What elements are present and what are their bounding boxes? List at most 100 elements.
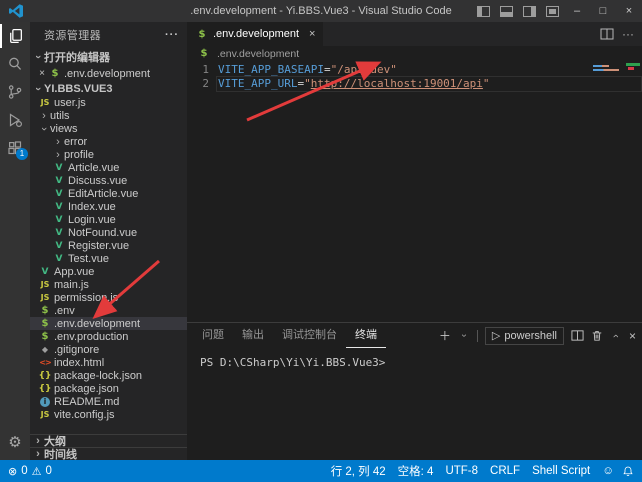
tree-item-vite.config.js[interactable]: JSvite.config.js: [30, 408, 187, 421]
more-actions-icon[interactable]: ···: [165, 29, 179, 41]
tree-item-App.vue[interactable]: VApp.vue: [30, 265, 187, 278]
explorer-icon[interactable]: [0, 22, 30, 50]
token-str: ": [483, 77, 490, 91]
overview-ruler-mark: [626, 63, 640, 66]
overview-ruler-mark: [628, 67, 634, 70]
js-icon: JS: [38, 293, 52, 302]
js-icon: JS: [38, 280, 52, 289]
tree-item-utils[interactable]: ›utils: [30, 109, 187, 122]
tree-item-EditArticle.vue[interactable]: VEditArticle.vue: [30, 187, 187, 200]
tree-item-README.md[interactable]: iREADME.md: [30, 395, 187, 408]
tree-item-NotFound.vue[interactable]: VNotFound.vue: [30, 226, 187, 239]
kill-terminal-icon[interactable]: [591, 329, 603, 342]
tree-item-permission.js[interactable]: JSpermission.js: [30, 291, 187, 304]
file-tree: JSuser.js›utils›views›error›profileVArti…: [30, 96, 187, 434]
open-editors-section[interactable]: › 打开的编辑器: [30, 48, 187, 66]
json-icon: {}: [38, 371, 52, 381]
notifications-bell-icon[interactable]: [622, 465, 634, 478]
error-icon: ⊗: [8, 465, 17, 478]
env-icon: $: [195, 29, 209, 40]
tree-item-Login.vue[interactable]: VLogin.vue: [30, 213, 187, 226]
tree-item-Register.vue[interactable]: VRegister.vue: [30, 239, 187, 252]
sidebar-bottom-sections: › 大纲 › 时间线: [30, 434, 187, 460]
panel-tab-输出[interactable]: 输出: [233, 323, 273, 348]
tree-item-.env.development[interactable]: $.env.development: [30, 317, 187, 330]
vue-icon: V: [38, 267, 52, 277]
tree-item-package.json[interactable]: {}package.json: [30, 382, 187, 395]
file-name: EditArticle.vue: [68, 188, 138, 200]
tree-item-user.js[interactable]: JSuser.js: [30, 96, 187, 109]
status-item-4[interactable]: Shell Script: [532, 465, 590, 477]
tree-item-Article.vue[interactable]: VArticle.vue: [30, 161, 187, 174]
chevron-collapsed-icon: ›: [52, 149, 64, 161]
vue-icon: V: [52, 163, 66, 173]
close-tab-icon[interactable]: ×: [309, 28, 315, 40]
status-items: 行 2, 列 42 空格: 4 UTF-8 CRLF Shell Script: [331, 463, 591, 479]
status-item-3[interactable]: CRLF: [490, 465, 520, 477]
tree-item-index.html[interactable]: <>index.html: [30, 356, 187, 369]
panel-tab-终端[interactable]: 终端: [346, 323, 386, 348]
timeline-section[interactable]: › 时间线: [30, 447, 187, 460]
new-terminal-icon[interactable]: ＋: [439, 327, 451, 344]
tree-item-Discuss.vue[interactable]: VDiscuss.vue: [30, 174, 187, 187]
file-name: .env: [54, 305, 75, 317]
tree-item-Index.vue[interactable]: VIndex.vue: [30, 200, 187, 213]
tab-env-development[interactable]: $ .env.development ×: [187, 22, 323, 46]
terminal-output[interactable]: PS D:\CSharp\Yi\Yi.BBS.Vue3>: [187, 348, 642, 460]
code-editor[interactable]: 1VITE_APP_BASEAPI="/api-dev"2VITE_APP_UR…: [187, 61, 642, 322]
tree-item-Test.vue[interactable]: VTest.vue: [30, 252, 187, 265]
split-editor-icon[interactable]: [600, 27, 614, 41]
toggle-panel-icon[interactable]: [500, 6, 513, 17]
open-editor-item[interactable]: × $ .env.development: [30, 66, 187, 81]
vue-icon: V: [52, 228, 66, 238]
panel-tab-调试控制台[interactable]: 调试控制台: [273, 323, 346, 348]
status-item-0[interactable]: 行 2, 列 42: [331, 463, 386, 479]
terminal-profile-dropdown-icon[interactable]: ›: [458, 330, 469, 342]
tree-item-.env.production[interactable]: $.env.production: [30, 330, 187, 343]
token-key: VITE_APP_URL: [218, 77, 297, 91]
file-name: Test.vue: [68, 253, 109, 265]
toggle-sidebar-icon[interactable]: [477, 6, 490, 17]
tree-item-profile[interactable]: ›profile: [30, 148, 187, 161]
project-section[interactable]: › YI.BBS.VUE3: [30, 81, 187, 96]
minimize-button[interactable]: –: [564, 0, 590, 22]
tree-item-package-lock.json[interactable]: {}package-lock.json: [30, 369, 187, 382]
code-line-2[interactable]: 2VITE_APP_URL="http://localhost:19001/ap…: [187, 77, 642, 91]
tree-item-main.js[interactable]: JSmain.js: [30, 278, 187, 291]
toggle-secondary-sidebar-icon[interactable]: [523, 6, 536, 17]
file-name: vite.config.js: [54, 409, 115, 421]
customize-layout-icon[interactable]: [546, 6, 559, 17]
problems-status[interactable]: ⊗ 0 ⚠ 0: [8, 465, 52, 478]
run-debug-icon[interactable]: [0, 106, 30, 134]
maximize-button[interactable]: □: [590, 0, 616, 22]
close-panel-icon[interactable]: ×: [629, 329, 636, 343]
file-name: Discuss.vue: [68, 175, 127, 187]
split-terminal-icon[interactable]: [571, 329, 584, 342]
search-icon[interactable]: [0, 50, 30, 78]
tree-item-error[interactable]: ›error: [30, 135, 187, 148]
tree-item-views[interactable]: ›views: [30, 122, 187, 135]
warning-icon: ⚠: [32, 465, 42, 478]
maximize-panel-icon[interactable]: ›: [610, 330, 622, 342]
chevron-collapsed-icon: ›: [32, 448, 44, 460]
close-button[interactable]: ×: [616, 0, 642, 22]
settings-gear-icon[interactable]: ⚙: [8, 430, 21, 454]
terminal-select[interactable]: ▷ powershell: [485, 327, 564, 345]
json-icon: {}: [38, 384, 52, 394]
close-icon[interactable]: ×: [36, 68, 48, 79]
status-item-1[interactable]: 空格: 4: [398, 463, 434, 479]
status-item-2[interactable]: UTF-8: [445, 465, 478, 477]
panel-actions: ＋ › ▷ powershell › ×: [439, 327, 636, 345]
file-name: NotFound.vue: [68, 227, 137, 239]
extensions-icon[interactable]: 1: [0, 134, 30, 162]
breadcrumb[interactable]: $ .env.development: [187, 46, 642, 61]
minimap[interactable]: [590, 61, 636, 322]
more-actions-icon[interactable]: ···: [622, 27, 634, 41]
code-line-1[interactable]: 1VITE_APP_BASEAPI="/api-dev": [187, 63, 642, 77]
feedback-smiley-icon[interactable]: ☺: [602, 465, 614, 477]
panel-tab-问题[interactable]: 问题: [193, 323, 233, 348]
tree-item-.gitignore[interactable]: ◆.gitignore: [30, 343, 187, 356]
tree-item-.env[interactable]: $.env: [30, 304, 187, 317]
source-control-icon[interactable]: [0, 78, 30, 106]
file-name: Login.vue: [68, 214, 116, 226]
